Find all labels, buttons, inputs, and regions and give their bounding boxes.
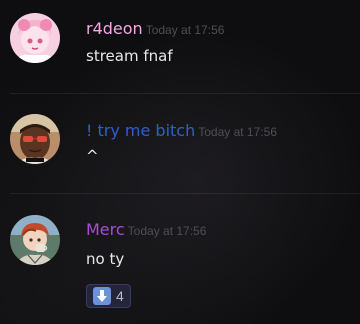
man-red-glasses-avatar-icon: [10, 114, 60, 164]
timestamp[interactable]: Today at 17:56: [128, 224, 207, 238]
username[interactable]: r4deon: [86, 19, 143, 38]
message-divider: [10, 93, 360, 94]
message-header: Merc Today at 17:56: [86, 219, 206, 242]
avatar[interactable]: [10, 13, 60, 63]
message-content: stream fnaf: [86, 47, 173, 65]
anime-girl-avatar-icon: [10, 13, 60, 63]
username[interactable]: ! try me bitch: [86, 121, 195, 140]
reaction-button[interactable]: 4: [86, 284, 131, 308]
message-header: ! try me bitch Today at 17:56: [86, 120, 277, 143]
timestamp[interactable]: Today at 17:56: [146, 23, 225, 37]
message-content: no ty: [86, 250, 125, 268]
anime-boy-avatar-icon: [10, 215, 60, 265]
avatar[interactable]: [10, 114, 60, 164]
message-header: r4deon Today at 17:56: [86, 18, 224, 41]
timestamp[interactable]: Today at 17:56: [198, 125, 277, 139]
chat-message-list: r4deon Today at 17:56 stream fnaf ! try m…: [0, 0, 360, 324]
down-arrow-emoji-icon: [93, 287, 111, 305]
message-content: ^: [86, 147, 99, 165]
reaction-count: 4: [116, 288, 124, 304]
message-divider: [10, 193, 360, 194]
username[interactable]: Merc: [86, 220, 125, 239]
avatar[interactable]: [10, 215, 60, 265]
